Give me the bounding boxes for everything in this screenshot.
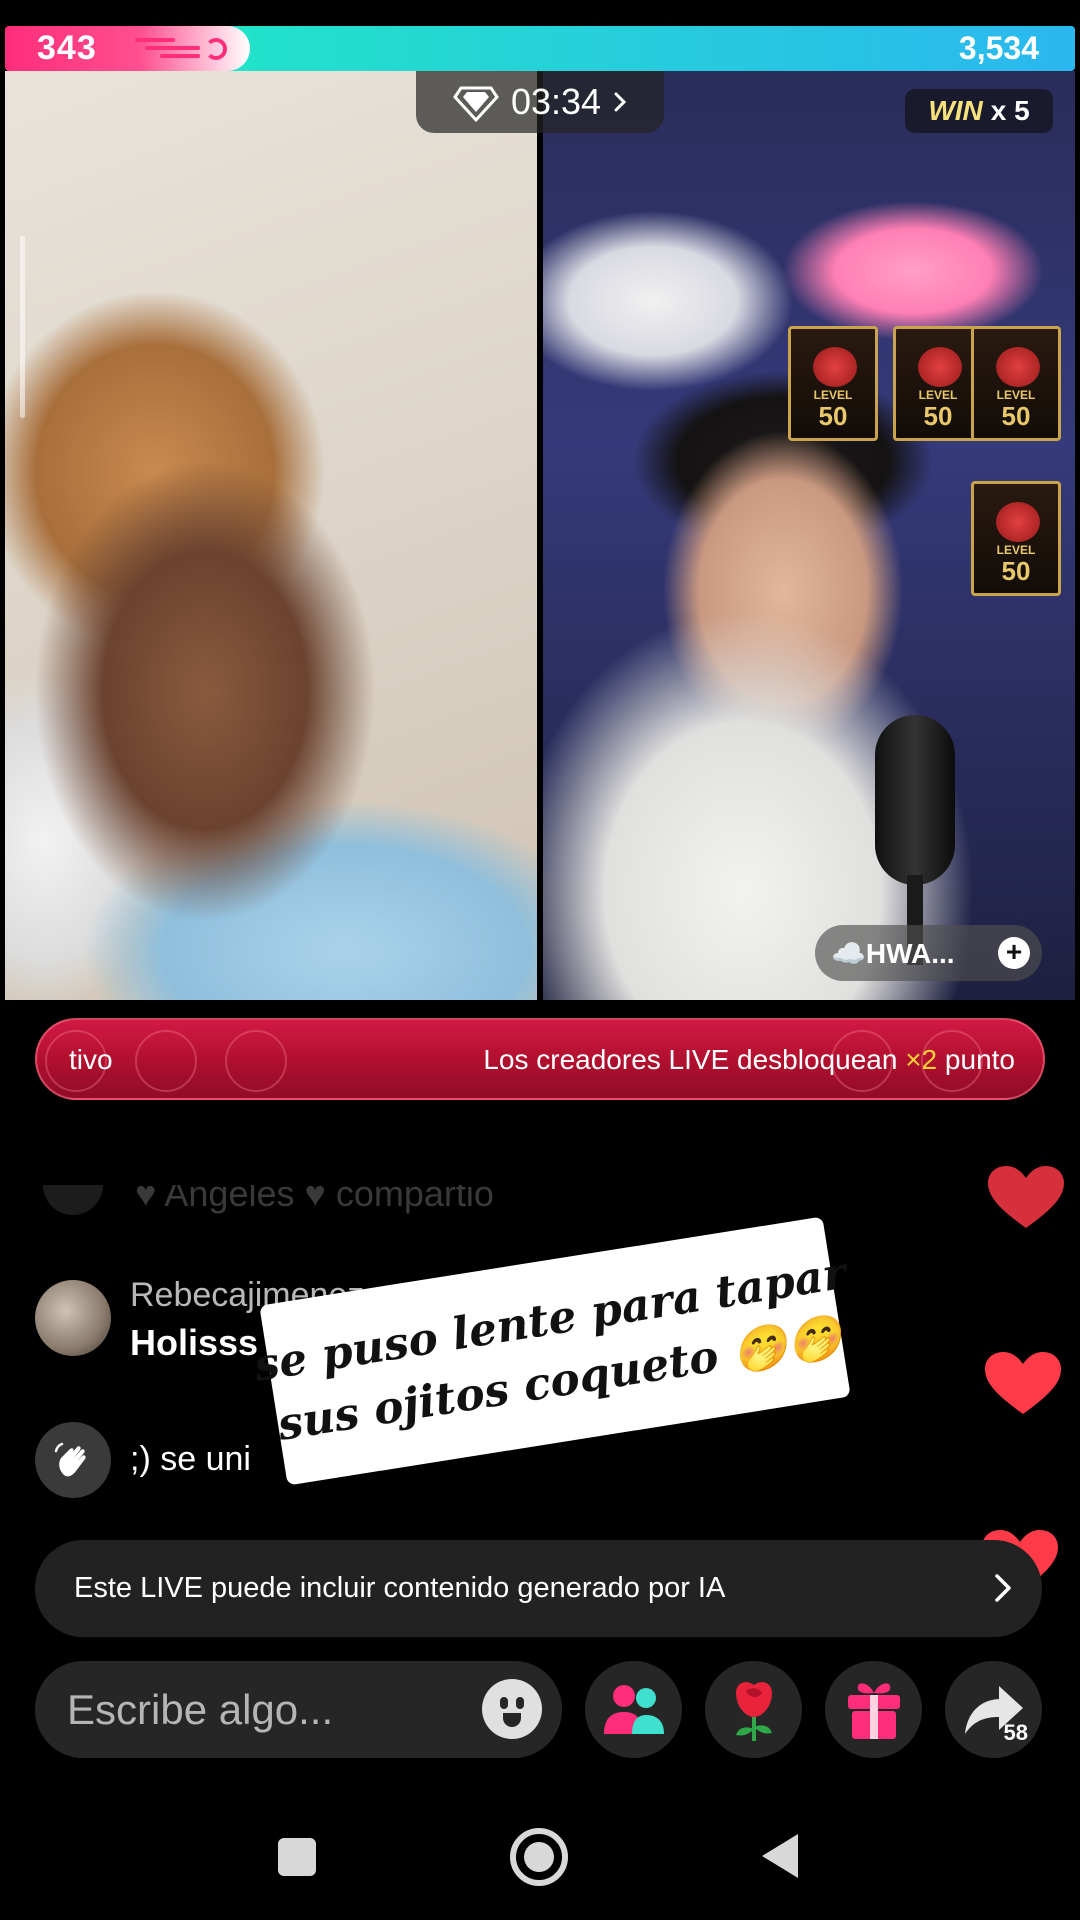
battle-timer[interactable]: 03:34 bbox=[416, 71, 664, 133]
caption-overlay: se puso lente para tapar sus ojitos coqu… bbox=[251, 1216, 851, 1486]
heart-emblem-icon bbox=[918, 347, 962, 387]
plaque-value: 50 bbox=[1001, 401, 1031, 431]
share-count: 58 bbox=[1003, 1720, 1028, 1745]
host-name: ☁️HWA... bbox=[831, 937, 955, 969]
promo-left-text: tivo bbox=[69, 1044, 113, 1075]
chat-text: ;) se uni bbox=[130, 1440, 251, 1478]
plaque-label: LEVEL bbox=[996, 543, 1036, 557]
guests-icon bbox=[603, 1684, 664, 1734]
comment-input[interactable] bbox=[67, 1681, 447, 1738]
video-scroll-indicator bbox=[20, 236, 25, 418]
plaque-label: LEVEL bbox=[996, 388, 1036, 402]
right-host-video[interactable]: LEVEL 50 LEVEL 50 LEVEL 50 LEVEL 50 bbox=[543, 71, 1075, 1000]
system-nav-bar bbox=[0, 1800, 1080, 1920]
left-score: 343 bbox=[37, 29, 97, 67]
waving-hand-icon bbox=[54, 1442, 86, 1477]
comment-composer[interactable] bbox=[35, 1661, 562, 1758]
avatar bbox=[35, 1422, 111, 1498]
avatar[interactable] bbox=[35, 1280, 111, 1356]
heart-emblem-icon bbox=[996, 502, 1040, 542]
plaque-value: 50 bbox=[923, 401, 953, 431]
heart-icon bbox=[988, 1166, 1064, 1228]
plaque-value: 50 bbox=[818, 401, 848, 431]
heart-emblem-icon bbox=[996, 347, 1040, 387]
faded-message: ♥ Angeles ♥ compartió bbox=[135, 1185, 494, 1214]
plaque-value: 50 bbox=[1001, 556, 1031, 586]
level-plaque: LEVEL 50 bbox=[971, 481, 1061, 596]
avatar-ghost bbox=[225, 1030, 287, 1092]
back-icon[interactable] bbox=[760, 1832, 800, 1880]
ai-notice-text: Este LIVE puede incluir contenido genera… bbox=[74, 1572, 726, 1604]
chat-line-faded: ♥ Angeles ♥ compartió bbox=[35, 1185, 635, 1225]
left-score-segment: 343 bbox=[5, 26, 250, 71]
battle-score-bar: 343 3,534 bbox=[5, 26, 1075, 71]
share-button[interactable]: 58 bbox=[945, 1661, 1042, 1758]
win-label: WIN bbox=[928, 95, 983, 126]
recents-icon[interactable] bbox=[278, 1838, 316, 1876]
host-name-tag[interactable]: ☁️HWA... + bbox=[815, 925, 1042, 981]
level-plaque: LEVEL 50 bbox=[893, 326, 983, 441]
promo-multiplier: ×2 bbox=[905, 1044, 938, 1075]
ai-content-notice[interactable]: Este LIVE puede incluir contenido genera… bbox=[35, 1540, 1042, 1637]
promo-banner[interactable]: tivo Los creadores LIVE desbloquean ×2 p… bbox=[35, 1018, 1045, 1100]
left-guest-video[interactable] bbox=[5, 71, 537, 1000]
heart-icon bbox=[985, 1352, 1061, 1414]
avatar bbox=[43, 1185, 103, 1215]
win-multiplier: x 5 bbox=[990, 95, 1030, 126]
multi-guest-button[interactable] bbox=[585, 1661, 682, 1758]
right-score-segment: 3,534 bbox=[220, 26, 1075, 71]
home-icon[interactable] bbox=[510, 1828, 568, 1886]
level-plaque: LEVEL 50 bbox=[971, 326, 1061, 441]
split-divider bbox=[537, 71, 543, 1000]
rose-icon bbox=[735, 1681, 772, 1741]
right-score: 3,534 bbox=[958, 30, 1039, 66]
promo-text-b: punto bbox=[937, 1044, 1015, 1075]
promo-text-a: Los creadores LIVE desbloquean bbox=[483, 1044, 906, 1075]
chevron-right-icon bbox=[614, 92, 627, 112]
win-streak-badge[interactable]: WIN x 5 bbox=[905, 89, 1053, 133]
emoji-icon[interactable] bbox=[482, 1679, 542, 1739]
avatar-ghost bbox=[135, 1030, 197, 1092]
gift-button[interactable] bbox=[825, 1661, 922, 1758]
plaque-label: LEVEL bbox=[918, 388, 958, 402]
heart-emblem-icon bbox=[813, 347, 857, 387]
score-streak-icon bbox=[135, 36, 235, 62]
level-plaque: LEVEL 50 bbox=[788, 326, 878, 441]
timer-text: 03:34 bbox=[510, 81, 602, 122]
follow-plus-icon[interactable]: + bbox=[998, 937, 1030, 969]
chevron-right-icon bbox=[995, 1574, 1011, 1602]
rose-gift-button[interactable] bbox=[705, 1661, 802, 1758]
promo-right-text: Los creadores LIVE desbloquean ×2 punto bbox=[483, 1044, 1015, 1076]
diamond-icon bbox=[453, 86, 499, 122]
plaque-label: LEVEL bbox=[813, 388, 853, 402]
gift-icon bbox=[847, 1682, 900, 1739]
